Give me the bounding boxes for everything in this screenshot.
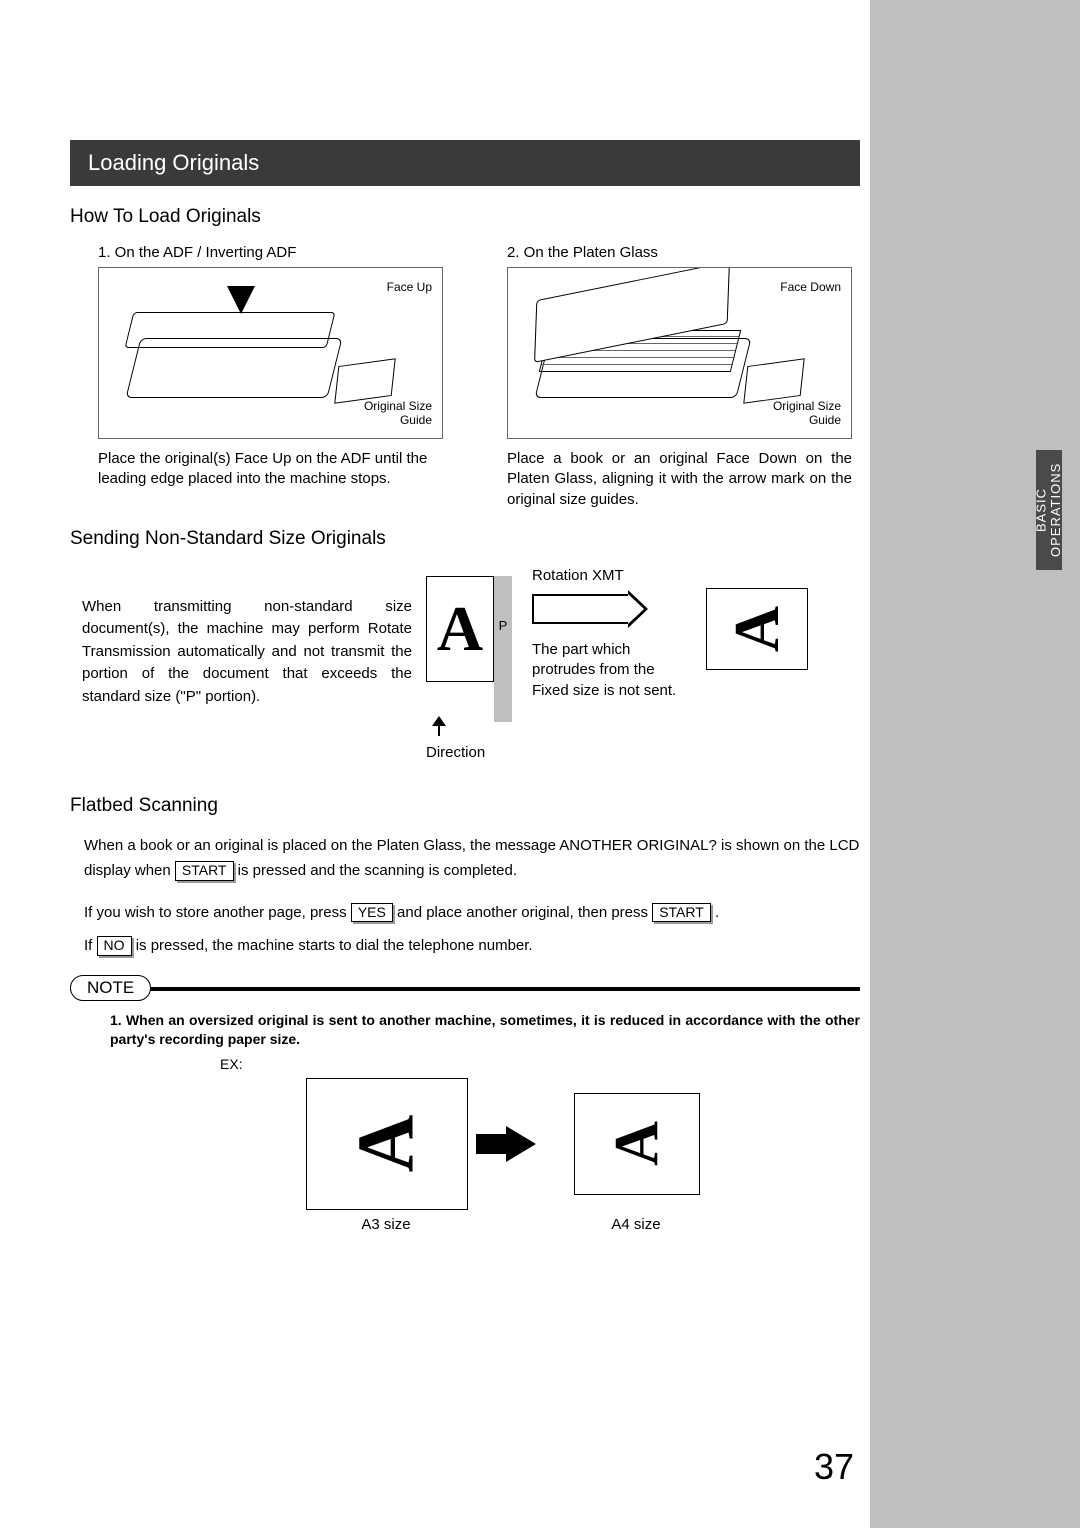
example-label: EX: (220, 1056, 860, 1072)
a4-box: A (574, 1093, 700, 1195)
subheading-how-to-load: How To Load Originals (70, 206, 860, 228)
a3-letter: A (342, 1115, 433, 1173)
a4-caption: A4 size (574, 1216, 698, 1233)
portrait-page-box: A (426, 576, 494, 682)
direction-label: Direction (426, 744, 518, 761)
flatbed-line3a: If (84, 937, 92, 954)
arrow-down-icon (227, 286, 255, 314)
example-captions: A3 size A4 size (306, 1216, 860, 1233)
big-arrow-icon (506, 1126, 536, 1162)
guide-label-platen: Original Size Guide (773, 400, 841, 428)
flatbed-line1b: is pressed and the scanning is completed… (238, 862, 517, 879)
original-portrait-group: A P Direction (426, 566, 518, 761)
section-tab: BASIC OPERATIONS (1036, 450, 1062, 570)
rotation-row: When transmitting non-standard size docu… (70, 566, 860, 761)
note-text: 1. When an oversized original is sent to… (110, 1011, 860, 1050)
rotation-xmt-label: Rotation XMT (532, 566, 692, 586)
loading-methods: 1. On the ADF / Inverting ADF Face Up Or… (70, 244, 860, 510)
platen-instruction-text: Place a book or an original Face Down on… (507, 449, 852, 510)
p-portion-strip: P (494, 576, 512, 722)
direction-arrow-icon (426, 722, 518, 744)
adf-diagram: Face Up Original Size Guide (98, 267, 443, 439)
side-margin (870, 0, 1080, 1528)
a4-letter: A (602, 1122, 673, 1167)
platen-title: 2. On the Platen Glass (507, 244, 860, 261)
flatbed-text-block: When a book or an original is placed on … (84, 833, 860, 959)
note-bubble: NOTE (70, 975, 151, 1001)
flatbed-line2a: If you wish to store another page, press (84, 904, 347, 921)
landscape-page-box: A (706, 588, 808, 670)
rotation-arrow-icon (532, 594, 632, 624)
example-row: A A (306, 1078, 860, 1210)
platen-diagram: Face Down Original Size Guide (507, 267, 852, 439)
note-divider (70, 987, 860, 991)
section-heading: Loading Originals (70, 140, 860, 186)
adf-instruction-text: Place the original(s) Face Up on the ADF… (98, 449, 443, 490)
subheading-nonstandard: Sending Non-Standard Size Originals (70, 528, 860, 550)
start-button-ref-1: START (175, 861, 234, 881)
start-button-ref-2: START (652, 903, 711, 923)
rotation-mid-group: Rotation XMT The part which protrudes fr… (532, 566, 692, 701)
page-content: Loading Originals How To Load Originals … (70, 140, 860, 1233)
manual-page: BASIC OPERATIONS Loading Originals How T… (0, 0, 1080, 1528)
adf-column: 1. On the ADF / Inverting ADF Face Up Or… (70, 244, 451, 510)
a3-caption: A3 size (306, 1216, 466, 1233)
flatbed-line2c: . (715, 904, 719, 921)
no-button-ref: NO (97, 936, 132, 956)
printer-adf-illustration (109, 290, 389, 420)
flatbed-line2b: and place another original, then press (397, 904, 648, 921)
rotated-letter: A (720, 606, 794, 652)
yes-button-ref: YES (351, 903, 393, 923)
printer-platen-illustration (518, 290, 798, 420)
face-down-label: Face Down (780, 280, 841, 294)
nonstandard-text: When transmitting non-standard size docu… (82, 596, 412, 709)
subheading-flatbed: Flatbed Scanning (70, 795, 860, 817)
adf-title: 1. On the ADF / Inverting ADF (98, 244, 451, 261)
page-number: 37 (814, 1446, 854, 1488)
protrude-text: The part which protrudes from the Fixed … (532, 640, 692, 701)
flatbed-line3b: is pressed, the machine starts to dial t… (136, 937, 533, 954)
guide-label-adf: Original Size Guide (364, 400, 432, 428)
a3-box: A (306, 1078, 468, 1210)
platen-column: 2. On the Platen Glass Face Down Origina… (479, 244, 860, 510)
face-up-label: Face Up (387, 280, 432, 294)
